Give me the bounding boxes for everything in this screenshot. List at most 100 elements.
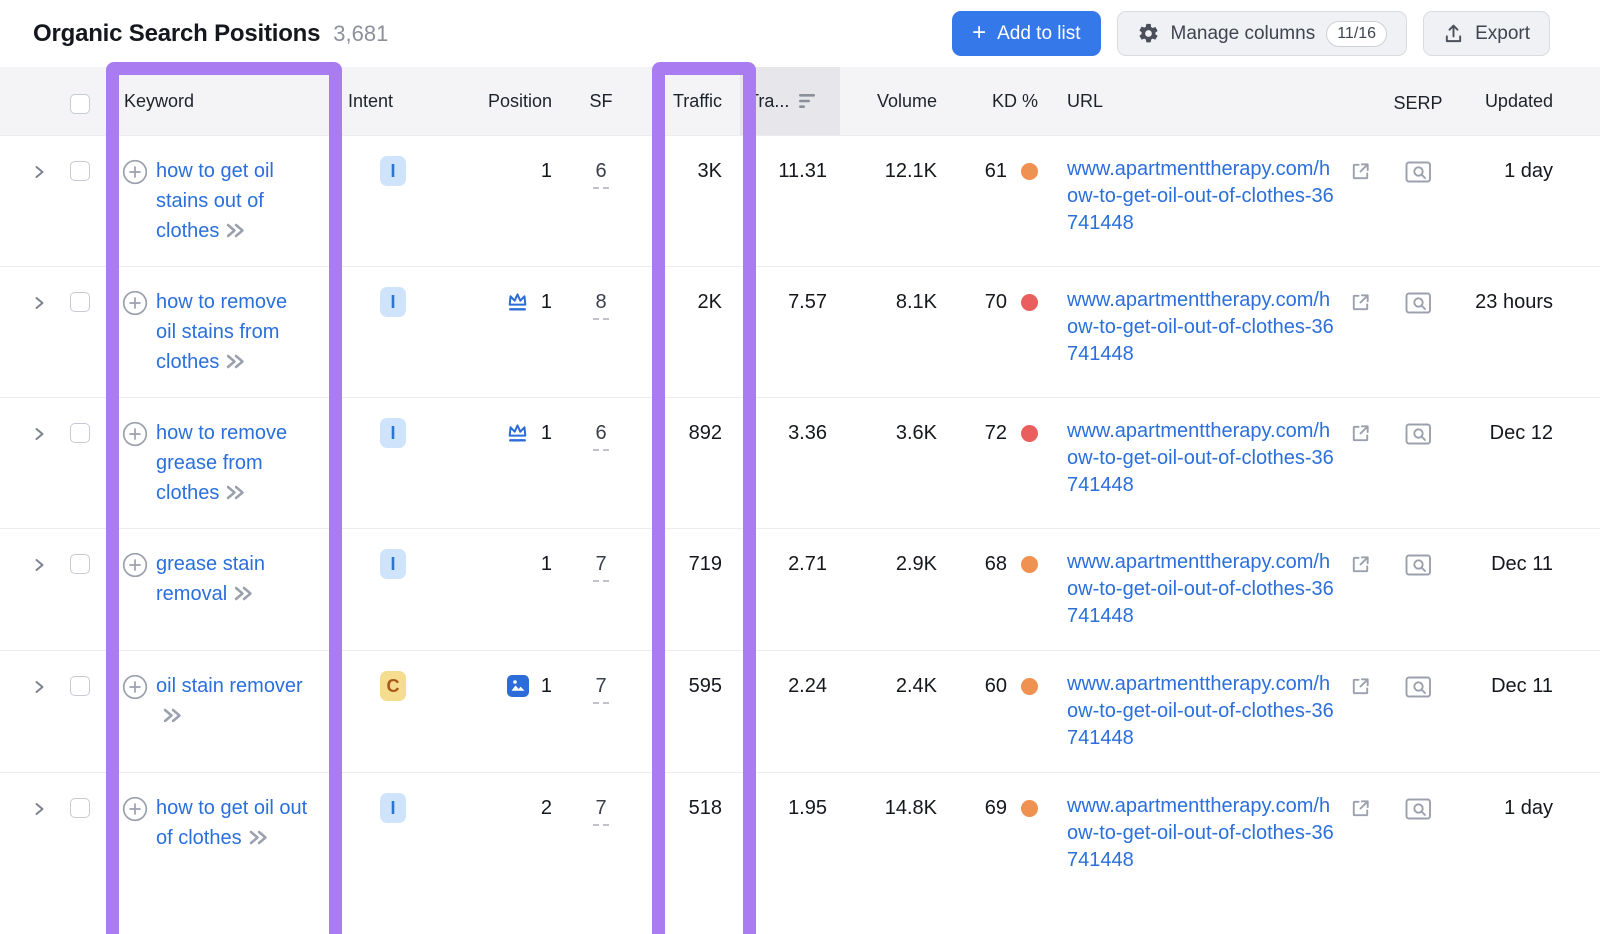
keyword-detail-icon[interactable]: [233, 584, 254, 603]
keyword-detail-icon[interactable]: [162, 706, 183, 725]
row-expand-chevron-icon[interactable]: [32, 556, 56, 574]
volume-cell: 3.6K: [840, 418, 950, 448]
external-link-icon[interactable]: [1349, 291, 1372, 314]
sf-value[interactable]: 6: [593, 160, 608, 189]
serp-preview-icon[interactable]: [1405, 291, 1432, 315]
external-link-icon[interactable]: [1349, 160, 1372, 183]
updated-value: Dec 12: [1469, 418, 1553, 448]
serp-preview-icon[interactable]: [1405, 160, 1432, 184]
sf-value[interactable]: 7: [593, 797, 608, 826]
sf-value[interactable]: 7: [593, 675, 608, 704]
external-link-icon[interactable]: [1349, 422, 1372, 445]
column-header-sf[interactable]: SF: [572, 91, 630, 112]
sf-value[interactable]: 6: [593, 422, 608, 451]
row-expand-chevron-icon[interactable]: [32, 425, 56, 443]
columns-count-badge: 11/16: [1326, 21, 1387, 47]
keyword-link[interactable]: grease stain removal: [156, 549, 308, 609]
kd-cell: 60: [950, 671, 1050, 701]
expander-cell: [0, 156, 56, 181]
row-checkbox[interactable]: [70, 161, 90, 181]
image-pack-icon: [506, 674, 530, 698]
row-checkbox[interactable]: [70, 798, 90, 818]
serp-preview-icon[interactable]: [1405, 553, 1432, 577]
traffic-pct-cell: 2.24: [740, 671, 840, 701]
add-to-list-circle-icon[interactable]: [122, 290, 148, 316]
sf-cell: 7: [572, 549, 630, 582]
kd-cell: 68: [950, 549, 1050, 579]
header-expander-spacer: [0, 98, 56, 105]
external-link-icon[interactable]: [1349, 797, 1372, 820]
url-link[interactable]: www.apartmenttherapy.com/how-to-get-oil-…: [1067, 418, 1339, 499]
keyword-detail-icon[interactable]: [225, 483, 246, 502]
row-expand-chevron-icon[interactable]: [32, 678, 56, 696]
serp-preview-icon[interactable]: [1405, 675, 1432, 699]
row-checkbox[interactable]: [70, 676, 90, 696]
keyword-link[interactable]: how to remove grease from clothes: [156, 418, 308, 508]
url-cell: www.apartmenttherapy.com/how-to-get-oil-…: [1050, 287, 1386, 368]
traffic-cell: 2K: [630, 287, 740, 317]
add-to-list-circle-icon[interactable]: [122, 796, 148, 822]
volume-cell: 12.1K: [840, 156, 950, 186]
export-button[interactable]: Export: [1423, 11, 1550, 56]
manage-columns-button[interactable]: Manage columns 11/16: [1117, 11, 1408, 56]
intent-cell: I: [344, 156, 456, 186]
kd-value: 61: [985, 156, 1007, 186]
intent-cell: I: [344, 549, 456, 579]
add-to-list-circle-icon[interactable]: [122, 421, 148, 447]
add-to-list-circle-icon[interactable]: [122, 159, 148, 185]
traffic-cell: 892: [630, 418, 740, 448]
url-link[interactable]: www.apartmenttherapy.com/how-to-get-oil-…: [1067, 671, 1339, 752]
expander-cell: [0, 418, 56, 443]
position-value: 1: [541, 418, 552, 448]
row-expand-chevron-icon[interactable]: [32, 163, 56, 181]
keyword-cell: how to remove oil stains from clothes: [104, 287, 344, 377]
add-to-list-circle-icon[interactable]: [122, 552, 148, 578]
keyword-detail-icon[interactable]: [225, 221, 246, 240]
add-to-list-circle-icon[interactable]: [122, 674, 148, 700]
position-cell: 1: [456, 671, 572, 701]
row-checkbox[interactable]: [70, 554, 90, 574]
intent-cell: I: [344, 418, 456, 448]
column-header-volume[interactable]: Volume: [840, 91, 950, 112]
keyword-link[interactable]: how to get oil out of clothes: [156, 793, 308, 853]
url-link[interactable]: www.apartmenttherapy.com/how-to-get-oil-…: [1067, 287, 1339, 368]
checkbox-cell: [56, 156, 104, 181]
traffic-cell: 518: [630, 793, 740, 823]
column-header-traffic[interactable]: Traffic: [630, 91, 740, 112]
column-header-keyword[interactable]: Keyword: [104, 91, 344, 112]
column-header-updated[interactable]: Updated: [1450, 91, 1600, 112]
expander-cell: [0, 549, 56, 574]
external-link-icon[interactable]: [1349, 553, 1372, 576]
url-link[interactable]: www.apartmenttherapy.com/how-to-get-oil-…: [1067, 793, 1339, 874]
intent-badge: I: [380, 156, 406, 186]
results-count: 3,681: [333, 21, 388, 47]
kd-value: 60: [985, 671, 1007, 701]
url-link[interactable]: www.apartmenttherapy.com/how-to-get-oil-…: [1067, 156, 1339, 237]
serp-preview-icon[interactable]: [1405, 422, 1432, 446]
keyword-link[interactable]: how to remove oil stains from clothes: [156, 287, 308, 377]
url-cell: www.apartmenttherapy.com/how-to-get-oil-…: [1050, 156, 1386, 237]
row-checkbox[interactable]: [70, 292, 90, 312]
sf-value[interactable]: 8: [593, 291, 608, 320]
add-to-list-button[interactable]: + Add to list: [952, 11, 1100, 56]
column-header-traffic-pct[interactable]: Tra...: [740, 67, 840, 135]
traffic-pct-cell: 7.57: [740, 287, 840, 317]
column-header-kd[interactable]: KD %: [950, 86, 1050, 116]
url-link[interactable]: www.apartmenttherapy.com/how-to-get-oil-…: [1067, 549, 1339, 630]
column-header-intent[interactable]: Intent: [344, 91, 456, 112]
serp-preview-icon[interactable]: [1405, 797, 1432, 821]
sf-value[interactable]: 7: [593, 553, 608, 582]
column-header-url[interactable]: URL: [1050, 91, 1386, 112]
row-expand-chevron-icon[interactable]: [32, 800, 56, 818]
keyword-detail-icon[interactable]: [248, 828, 269, 847]
keyword-link[interactable]: how to get oil stains out of clothes: [156, 156, 308, 246]
external-link-icon[interactable]: [1349, 675, 1372, 698]
column-header-position[interactable]: Position: [456, 91, 572, 112]
keyword-link[interactable]: oil stain remover: [156, 671, 308, 731]
traffic-cell: 3K: [630, 156, 740, 186]
keyword-detail-icon[interactable]: [225, 352, 246, 371]
row-expand-chevron-icon[interactable]: [32, 294, 56, 312]
row-checkbox[interactable]: [70, 423, 90, 443]
plus-icon: +: [972, 21, 986, 45]
select-all-checkbox[interactable]: [70, 94, 90, 114]
